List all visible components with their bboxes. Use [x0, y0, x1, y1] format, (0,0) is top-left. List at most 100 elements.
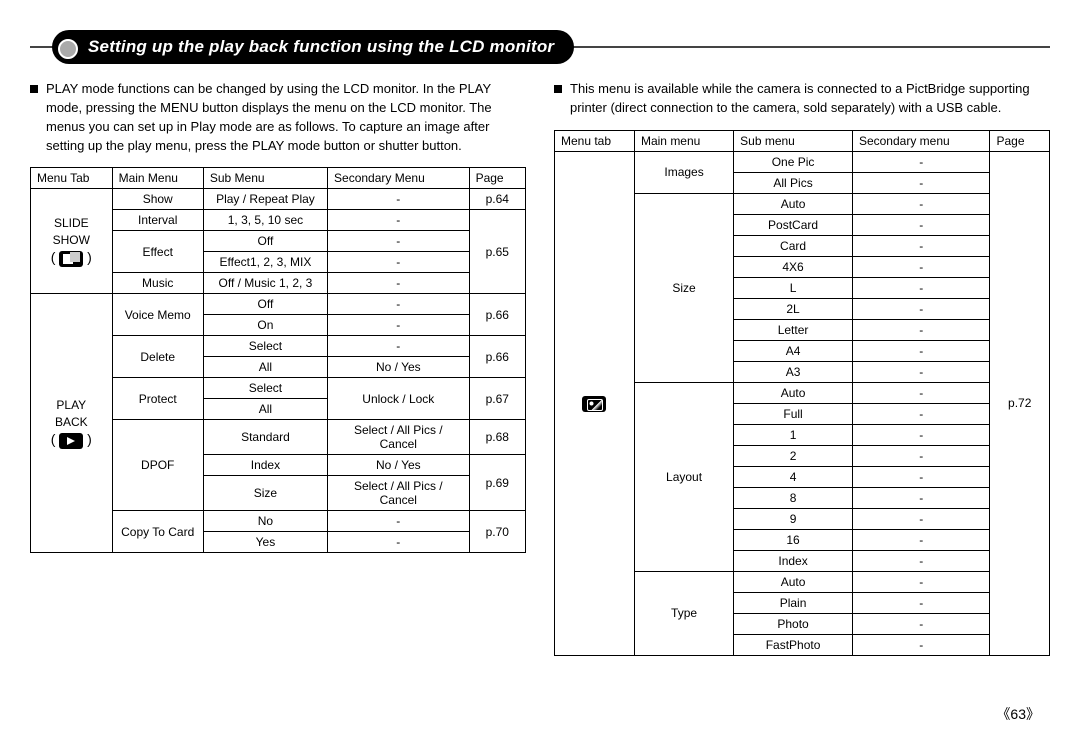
secondary-cell: Select / All Pics / Cancel [328, 476, 470, 511]
main-menu-cell: Images [634, 151, 733, 193]
secondary-cell: - [852, 214, 990, 235]
page-cell: p.67 [469, 378, 525, 420]
secondary-cell: - [328, 315, 470, 336]
two-column-layout: PLAY mode functions can be changed by us… [30, 80, 1050, 656]
page-cell: p.69 [469, 455, 525, 511]
secondary-cell: No / Yes [328, 357, 470, 378]
secondary-cell: - [328, 294, 470, 315]
secondary-cell: - [328, 532, 470, 553]
left-paragraph-text: PLAY mode functions can be changed by us… [46, 80, 526, 155]
sub-menu-cell: 4 [734, 466, 853, 487]
table-row: ImagesOne Pic-p.72 [555, 151, 1050, 172]
secondary-cell: Unlock / Lock [328, 378, 470, 420]
secondary-cell: No / Yes [328, 455, 470, 476]
sub-menu-cell: Standard [203, 420, 327, 455]
sub-menu-cell: Effect1, 2, 3, MIX [203, 252, 327, 273]
play-icon [59, 433, 83, 449]
pictbridge-icon [582, 396, 606, 412]
menutab-slideshow: SLIDESHOW ( ) [31, 189, 113, 294]
main-menu-cell: DPOF [112, 420, 203, 511]
page-cell: p.72 [990, 151, 1050, 655]
page-cell: p.64 [469, 189, 525, 210]
main-menu-cell: Copy To Card [112, 511, 203, 553]
secondary-cell: - [328, 210, 470, 231]
banner-pill: Setting up the play back function using … [52, 30, 574, 64]
header-cell: Secondary Menu [328, 168, 470, 189]
secondary-cell: - [852, 256, 990, 277]
sub-menu-cell: PostCard [734, 214, 853, 235]
menutab-icon-wrap: ( ) [37, 248, 106, 268]
sub-menu-cell: Yes [203, 532, 327, 553]
sub-menu-cell: Index [734, 550, 853, 571]
sub-menu-cell: All [203, 357, 327, 378]
header-cell: Secondary menu [852, 130, 990, 151]
sub-menu-cell: Select [203, 336, 327, 357]
sub-menu-cell: One Pic [734, 151, 853, 172]
secondary-cell: - [328, 189, 470, 210]
double-angle-left-icon: 《 [996, 706, 1010, 722]
sub-menu-cell: 8 [734, 487, 853, 508]
sub-menu-cell: On [203, 315, 327, 336]
sub-menu-cell: Plain [734, 592, 853, 613]
table-row: SLIDESHOW ( ) Show Play / Repeat Play - … [31, 189, 526, 210]
main-menu-cell: Size [634, 193, 733, 382]
sub-menu-cell: Letter [734, 319, 853, 340]
secondary-cell: - [852, 613, 990, 634]
left-paragraph: PLAY mode functions can be changed by us… [30, 80, 526, 155]
header-cell: Main Menu [112, 168, 203, 189]
main-menu-cell: Delete [112, 336, 203, 378]
secondary-cell: - [328, 511, 470, 532]
header-cell: Menu Tab [31, 168, 113, 189]
main-menu-cell: Show [112, 189, 203, 210]
menutab-icon-wrap: ( ) [37, 430, 106, 450]
menutab-label: PLAYBACK [37, 397, 106, 431]
secondary-cell: - [852, 151, 990, 172]
secondary-cell: - [852, 235, 990, 256]
sub-menu-cell: All Pics [734, 172, 853, 193]
page-number: 《63》 [996, 704, 1040, 724]
secondary-cell: - [852, 487, 990, 508]
pictbridge-menu-table: Menu tab Main menu Sub menu Secondary me… [554, 130, 1050, 656]
sub-menu-cell: L [734, 277, 853, 298]
right-paragraph-text: This menu is available while the camera … [570, 80, 1050, 118]
table-row: PLAYBACK ( ) Voice Memo Off - p.66 [31, 294, 526, 315]
secondary-cell: - [852, 508, 990, 529]
secondary-cell: - [852, 298, 990, 319]
secondary-cell: Select / All Pics / Cancel [328, 420, 470, 455]
playback-menu-table: Menu Tab Main Menu Sub Menu Secondary Me… [30, 167, 526, 553]
page-cell: p.66 [469, 294, 525, 336]
main-menu-cell: Voice Memo [112, 294, 203, 336]
sub-menu-cell: 2L [734, 298, 853, 319]
menutab-label: SLIDESHOW [37, 215, 106, 249]
sub-menu-cell: Select [203, 378, 327, 399]
main-menu-cell: Layout [634, 382, 733, 571]
sub-menu-cell: All [203, 399, 327, 420]
secondary-cell: - [852, 529, 990, 550]
header-cell: Menu tab [555, 130, 635, 151]
sub-menu-cell: 1 [734, 424, 853, 445]
secondary-cell: - [852, 445, 990, 466]
sub-menu-cell: 16 [734, 529, 853, 550]
secondary-cell: - [852, 319, 990, 340]
header-cell: Sub Menu [203, 168, 327, 189]
sub-menu-cell: Photo [734, 613, 853, 634]
table-header-row: Menu tab Main menu Sub menu Secondary me… [555, 130, 1050, 151]
square-bullet-icon [554, 85, 562, 93]
double-angle-right-icon: 》 [1026, 706, 1040, 722]
main-menu-cell: Music [112, 273, 203, 294]
secondary-cell: - [328, 273, 470, 294]
secondary-cell: - [852, 634, 990, 655]
slideshow-icon [59, 251, 83, 267]
header-cell: Page [990, 130, 1050, 151]
sub-menu-cell: 9 [734, 508, 853, 529]
banner-title: Setting up the play back function using … [88, 37, 554, 57]
secondary-cell: - [328, 336, 470, 357]
secondary-cell: - [852, 193, 990, 214]
page-cell: p.70 [469, 511, 525, 553]
page-cell: p.65 [469, 210, 525, 294]
secondary-cell: - [852, 340, 990, 361]
sub-menu-cell: A4 [734, 340, 853, 361]
sub-menu-cell: 2 [734, 445, 853, 466]
menutab-playback: PLAYBACK ( ) [31, 294, 113, 553]
sub-menu-cell: 4X6 [734, 256, 853, 277]
